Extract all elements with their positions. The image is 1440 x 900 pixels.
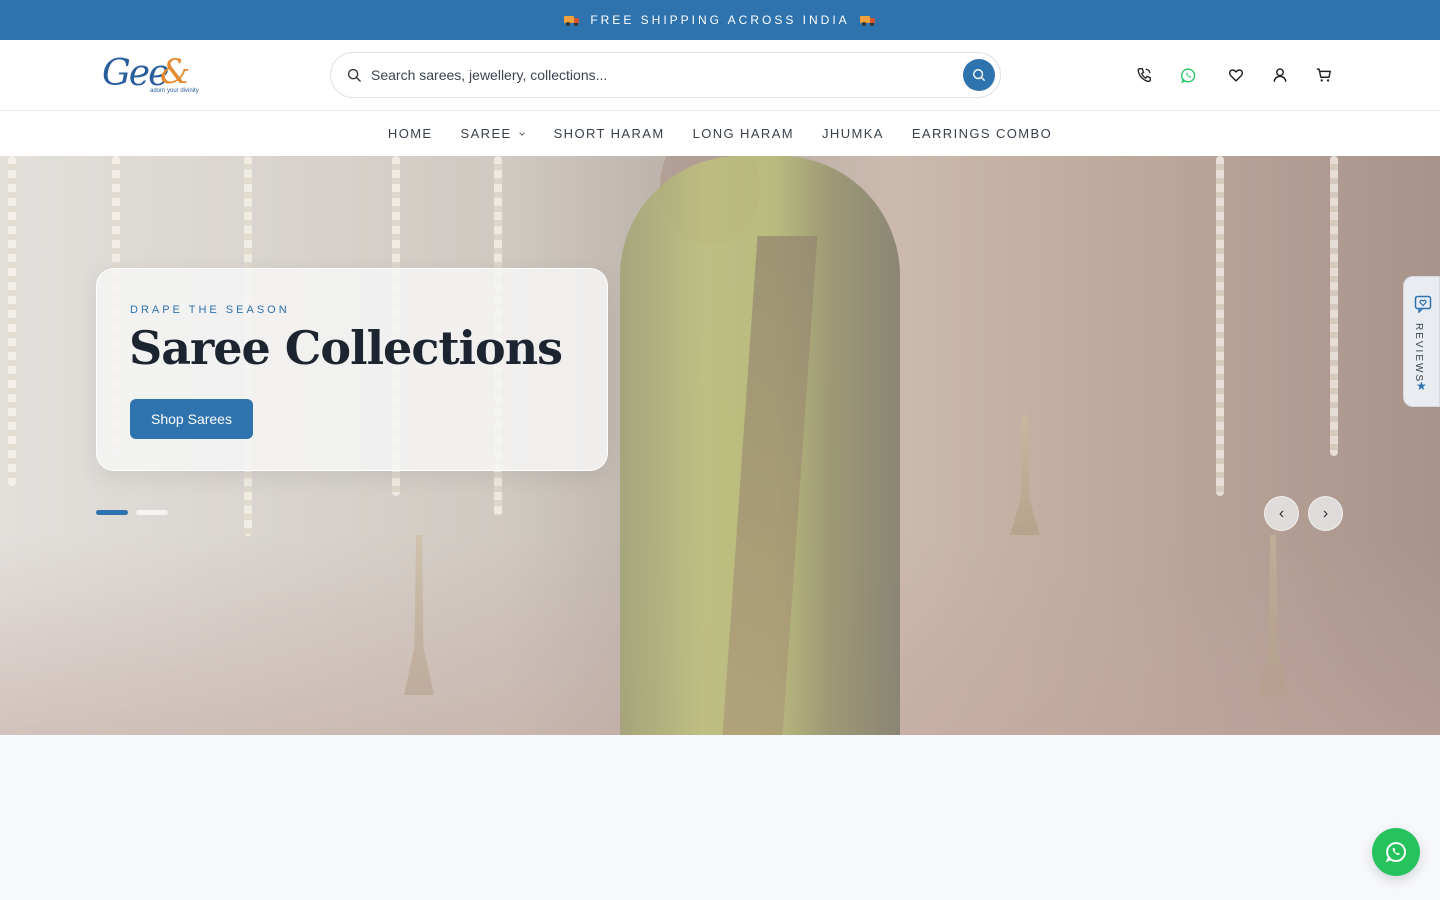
cart-icon[interactable] — [1314, 65, 1334, 85]
chevron-down-icon — [518, 131, 525, 136]
search-submit-button[interactable] — [963, 59, 995, 91]
search-icon — [973, 69, 985, 81]
search-input[interactable] — [371, 67, 951, 83]
nav-label: SAREE — [460, 126, 512, 141]
hero-card: DRAPE THE SEASON Saree Collections Shop … — [96, 268, 608, 471]
nav-item-earrings-combo[interactable]: EARRINGS COMBO — [898, 126, 1066, 141]
nav-label: EARRINGS COMBO — [911, 126, 1053, 141]
announcement-text: FREE SHIPPING ACROSS INDIA — [590, 13, 850, 27]
nav-item-short-haram[interactable]: SHORT HARAM — [540, 126, 679, 141]
main-nav: HOME SAREE SHORT HARAM LONG HARAM JHUMKA… — [0, 111, 1440, 156]
slide-dot[interactable] — [136, 510, 168, 515]
search-icon — [347, 68, 361, 82]
hero-title: Saree Collections — [129, 321, 563, 375]
reviews-label: REVIEWS — [1413, 323, 1424, 384]
hero-eyebrow: DRAPE THE SEASON — [130, 304, 290, 316]
nav-label: LONG HARAM — [692, 126, 794, 141]
phone-icon[interactable] — [1134, 65, 1154, 85]
nav-item-home[interactable]: HOME — [374, 126, 447, 141]
slide-dot[interactable] — [96, 510, 128, 515]
prev-slide-button[interactable]: ‹ — [1264, 496, 1299, 531]
announcement-bar: FREE SHIPPING ACROSS INDIA — [0, 0, 1440, 40]
nav-label: SHORT HARAM — [553, 126, 665, 141]
whatsapp-icon — [1385, 842, 1406, 863]
truck-icon — [564, 15, 580, 26]
brand-logo[interactable]: Gee & adorn your divinity — [102, 52, 206, 98]
review-bubble-icon — [1414, 295, 1432, 313]
logo-tagline: adorn your divinity — [150, 88, 199, 94]
nav-item-long-haram[interactable]: LONG HARAM — [679, 126, 808, 141]
reviews-tab[interactable]: REVIEWS ★ — [1403, 276, 1440, 407]
star-icon: ★ — [1416, 379, 1427, 393]
whatsapp-icon[interactable] — [1178, 65, 1198, 85]
nav-item-saree[interactable]: SAREE — [447, 126, 540, 141]
truck-icon — [859, 15, 876, 26]
shop-sarees-button[interactable]: Shop Sarees — [130, 399, 253, 439]
nav-label: JHUMKA — [822, 126, 884, 141]
search-bar — [330, 52, 1001, 98]
nav-label: HOME — [387, 126, 433, 141]
user-icon[interactable] — [1270, 65, 1290, 85]
hero-banner: DRAPE THE SEASON Saree Collections Shop … — [0, 156, 1440, 735]
site-header: Gee & adorn your divinity — [0, 40, 1440, 111]
nav-item-jhumka[interactable]: JHUMKA — [808, 126, 898, 141]
whatsapp-chat-button[interactable] — [1372, 828, 1420, 876]
slide-indicators — [96, 510, 168, 515]
logo-mark: & — [160, 52, 191, 92]
next-slide-button[interactable]: › — [1308, 496, 1343, 531]
heart-icon[interactable] — [1226, 65, 1246, 85]
